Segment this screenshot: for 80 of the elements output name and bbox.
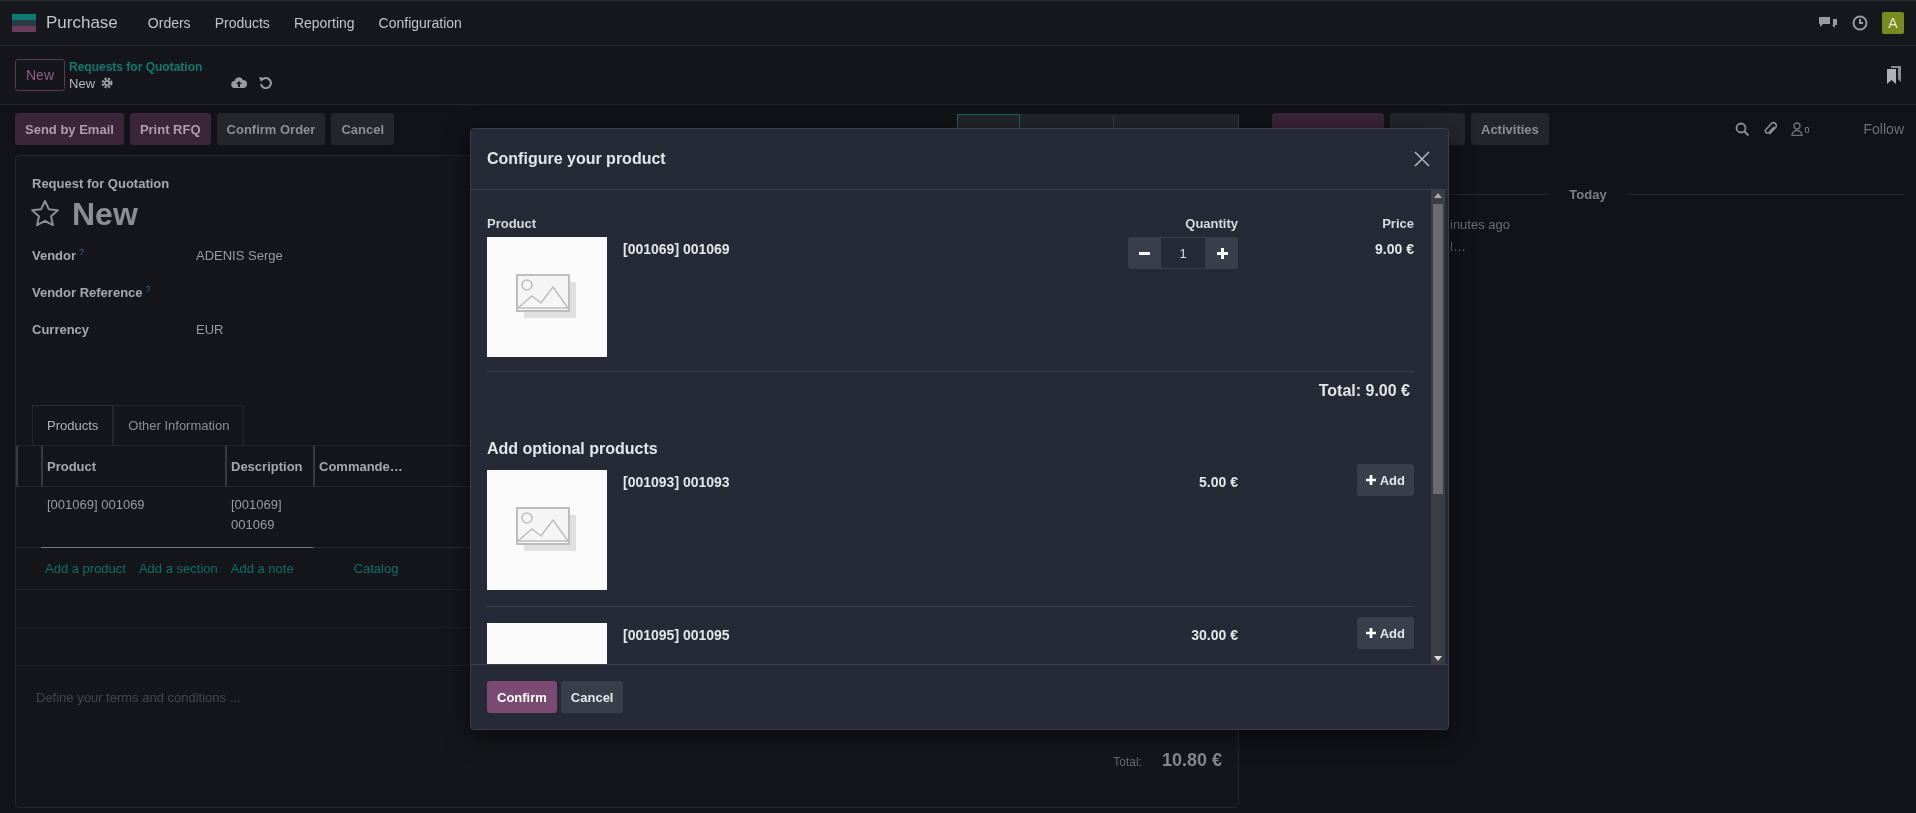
chatter-button[interactable]: Activities	[1471, 113, 1549, 145]
user-avatar[interactable]: A	[1882, 12, 1904, 34]
add-link[interactable]: Catalog	[353, 561, 399, 576]
dialog-button[interactable]: Confirm	[487, 681, 557, 713]
tab[interactable]: Other Information	[113, 405, 245, 445]
quantity-field[interactable]: 1	[1160, 237, 1206, 269]
message-body: l…	[1450, 239, 1466, 254]
app-logo-icon	[12, 14, 36, 32]
paperclip-icon[interactable]	[1762, 121, 1777, 137]
scroll-down-icon[interactable]	[1434, 656, 1442, 661]
increase-button[interactable]	[1206, 237, 1238, 269]
plus-icon	[1365, 628, 1376, 638]
decrease-button[interactable]	[1128, 237, 1160, 269]
new-button[interactable]: New	[15, 59, 65, 91]
column-header: Quantity	[1185, 216, 1238, 231]
action-button[interactable]: Cancel	[331, 113, 395, 145]
action-button[interactable]: Print RFQ	[129, 113, 211, 145]
field-value[interactable]: EUR	[196, 322, 224, 337]
add-button[interactable]: Add	[1356, 617, 1414, 649]
section-title: Add optional products	[487, 440, 659, 458]
star-icon[interactable]	[30, 199, 60, 229]
plus-icon	[1365, 475, 1376, 485]
scrollbar[interactable]	[1431, 190, 1445, 664]
product-name: [001093] 001093	[623, 473, 731, 490]
column-header[interactable]: Product	[41, 446, 225, 487]
person-icon[interactable]	[1790, 122, 1803, 136]
tab[interactable]: Products	[32, 405, 114, 445]
add-link[interactable]: Add a section	[138, 561, 218, 576]
dialog-title: Configure your product	[487, 150, 666, 168]
breadcrumb-link[interactable]: Requests for Quotation	[69, 59, 219, 74]
add-link[interactable]: Add a note	[230, 561, 294, 576]
field-value[interactable]: ADENIS Serge	[196, 248, 283, 263]
action-button[interactable]: Send by Email	[15, 113, 124, 145]
scroll-up-icon[interactable]	[1434, 193, 1442, 198]
add-button[interactable]: Add	[1356, 464, 1414, 496]
action-button[interactable]: Confirm Order	[216, 113, 326, 145]
product-price: 30.00 €	[1191, 626, 1238, 643]
follow-button[interactable]: Follow	[1863, 121, 1904, 137]
image-placeholder-icon	[516, 274, 578, 320]
help-mark[interactable]: ?	[79, 247, 85, 258]
app-name[interactable]: Purchase	[46, 13, 118, 33]
form-heading: Request for Quotation	[31, 176, 171, 191]
column-header: Price	[1382, 216, 1414, 231]
column-header[interactable]: Description	[225, 446, 313, 487]
column-header[interactable]: Commande…	[313, 446, 433, 487]
close-icon[interactable]	[1414, 151, 1430, 167]
date-separator: Today	[1569, 187, 1607, 202]
image-placeholder-icon	[516, 507, 578, 553]
product-name: [001095] 001095	[623, 626, 731, 643]
follower-count: 0	[1804, 125, 1810, 135]
product-name: [001069] 001069	[623, 240, 731, 257]
table-cell: [001069] 001069	[231, 497, 282, 532]
total-label: Total:	[1113, 755, 1142, 769]
menu-item[interactable]: Configuration	[378, 15, 462, 31]
message-time: inutes ago	[1450, 217, 1510, 232]
dialog-total: Total: 9.00 €	[1317, 381, 1411, 400]
total-amount: 10.80 €	[1161, 750, 1222, 771]
field-label: Vendor Reference	[32, 285, 143, 301]
search-icon[interactable]	[1734, 122, 1749, 136]
menu-item[interactable]: Reporting	[293, 15, 355, 31]
gear-icon[interactable]	[101, 77, 114, 89]
menu-item[interactable]: Products	[214, 15, 270, 31]
bookmark-icon[interactable]	[1887, 66, 1901, 84]
menu-item[interactable]: Orders	[147, 15, 191, 31]
record-name: New	[69, 75, 96, 91]
cloud-upload-icon[interactable]	[231, 75, 247, 89]
minus-icon	[1138, 251, 1150, 255]
field-label: Vendor	[32, 248, 77, 264]
undo-icon[interactable]	[259, 75, 272, 89]
column-header: Product	[487, 216, 537, 231]
field-label: Currency	[32, 322, 91, 337]
product-price: 5.00 €	[1199, 473, 1238, 490]
plus-icon	[1216, 247, 1228, 259]
dialog-button[interactable]: Cancel	[560, 681, 624, 713]
table-cell: [001069] 001069	[47, 497, 145, 512]
record-title: New	[72, 195, 138, 233]
product-price: 9.00 €	[1375, 240, 1414, 257]
clock-icon[interactable]	[1852, 15, 1868, 31]
add-link[interactable]: Add a product	[45, 561, 126, 576]
help-mark[interactable]: ?	[145, 284, 151, 295]
